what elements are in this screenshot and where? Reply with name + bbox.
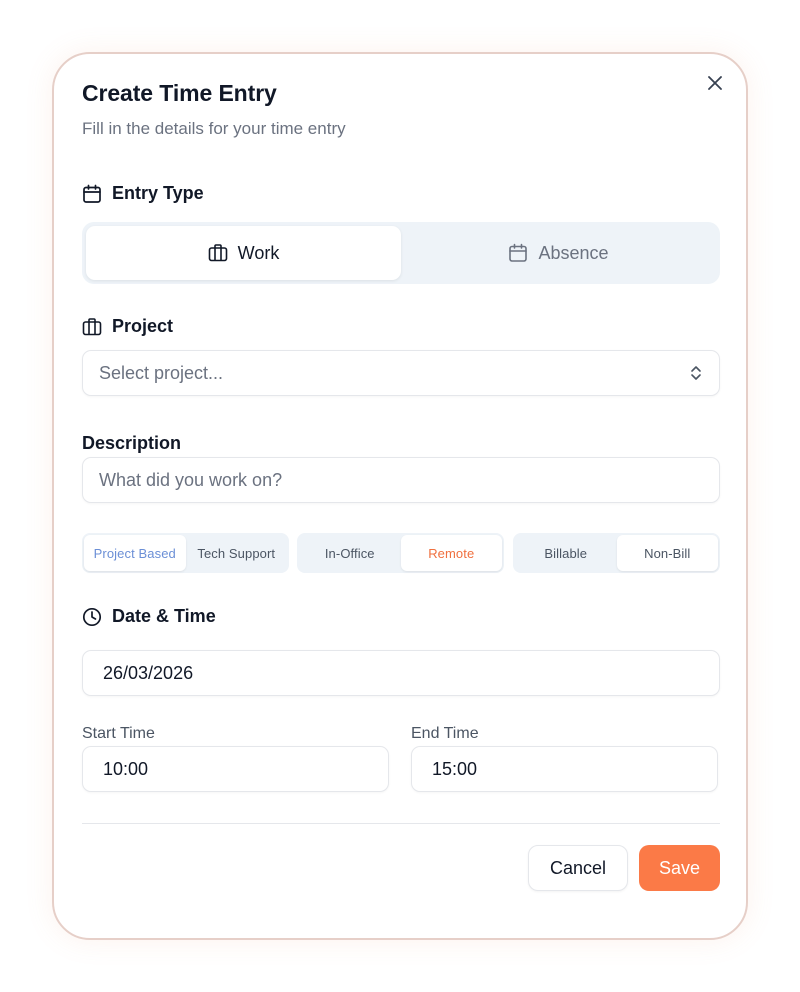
calendar-icon: [509, 243, 528, 262]
cancel-button[interactable]: Cancel: [528, 845, 628, 891]
briefcase-icon: [82, 317, 102, 335]
chevron-up-down-icon: [689, 364, 703, 382]
description-placeholder: What did you work on?: [99, 469, 283, 490]
start-time-input[interactable]: 10:00: [82, 746, 389, 792]
project-label: Project: [112, 316, 174, 336]
calendar-icon: [83, 184, 101, 203]
close-icon: [708, 76, 722, 90]
end-time-value: 15:00: [432, 758, 478, 779]
end-time-input[interactable]: 15:00: [411, 746, 718, 792]
clock-icon: [82, 607, 102, 626]
date-value: 26/03/2026: [103, 662, 194, 683]
start-time-label: Start Time: [82, 725, 155, 742]
create-time-entry-dialog: Create Time Entry Fill in the details fo…: [52, 52, 748, 940]
briefcase-icon: [208, 244, 227, 262]
in-office-option[interactable]: In-Office: [299, 535, 401, 571]
entry-type-heading: Entry Type: [82, 183, 204, 204]
remote-option[interactable]: Remote: [400, 535, 502, 571]
start-time-value: 10:00: [103, 758, 149, 779]
save-button[interactable]: Save: [639, 845, 720, 891]
description-input[interactable]: What did you work on?: [82, 457, 720, 503]
non-bill-option[interactable]: Non-Bill: [616, 535, 718, 571]
dialog-subtitle: Fill in the details for your time entry: [82, 119, 346, 138]
entry-type-work-option[interactable]: Work: [86, 226, 401, 280]
tech-support-option[interactable]: Tech Support: [186, 535, 288, 571]
close-button[interactable]: [704, 72, 726, 94]
dialog-title: Create Time Entry: [82, 80, 277, 106]
date-input[interactable]: 26/03/2026: [82, 650, 720, 696]
project-heading: Project: [82, 316, 173, 337]
billable-option[interactable]: Billable: [515, 535, 617, 571]
entry-type-absence-option[interactable]: Absence: [401, 226, 716, 280]
project-select-placeholder: Select project...: [99, 362, 224, 383]
work-option-label: Work: [237, 242, 280, 263]
entry-type-label: Entry Type: [112, 183, 204, 203]
footer-divider: [82, 823, 720, 824]
location-toggle: In-Office Remote: [297, 533, 504, 573]
end-time-label: End Time: [411, 725, 479, 742]
date-time-heading: Date & Time: [82, 606, 216, 627]
date-time-label: Date & Time: [112, 606, 216, 626]
entry-type-selector: Work Absence: [82, 222, 720, 284]
description-label: Description: [82, 433, 182, 453]
project-based-option[interactable]: Project Based: [84, 535, 186, 571]
billing-toggle: Billable Non-Bill: [513, 533, 720, 573]
project-select[interactable]: Select project...: [82, 350, 720, 396]
work-kind-toggle: Project Based Tech Support: [82, 533, 289, 573]
absence-option-label: Absence: [538, 242, 609, 263]
